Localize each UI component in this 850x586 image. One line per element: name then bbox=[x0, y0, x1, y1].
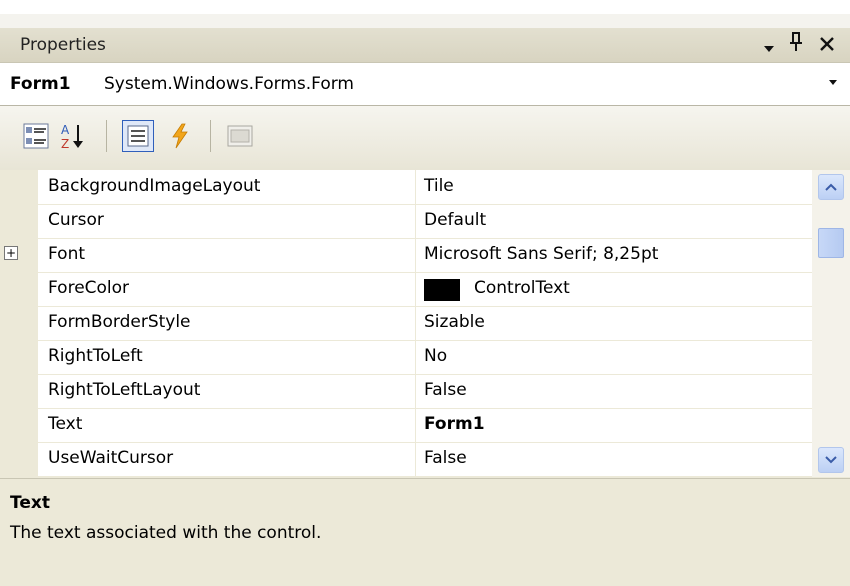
description-panel: Text The text associated with the contro… bbox=[0, 478, 850, 586]
toolbar-separator bbox=[210, 120, 211, 152]
property-name: Font bbox=[48, 244, 86, 264]
property-value[interactable]: ControlText bbox=[474, 278, 570, 298]
property-value[interactable]: No bbox=[424, 346, 447, 366]
property-value[interactable]: Tile bbox=[424, 176, 454, 196]
description-text: The text associated with the control. bbox=[10, 523, 322, 543]
color-swatch bbox=[424, 279, 460, 301]
chevron-down-icon[interactable] bbox=[828, 76, 838, 90]
scroll-up-icon[interactable] bbox=[818, 174, 844, 200]
property-value[interactable]: Microsoft Sans Serif; 8,25pt bbox=[424, 244, 658, 264]
property-row[interactable]: + Font Microsoft Sans Serif; 8,25pt bbox=[0, 238, 812, 273]
events-lightning-icon[interactable] bbox=[164, 120, 196, 152]
property-value[interactable]: Sizable bbox=[424, 312, 485, 332]
svg-text:A: A bbox=[61, 123, 70, 137]
property-row[interactable]: RightToLeftLayout False bbox=[0, 374, 812, 409]
scrollbar-thumb[interactable] bbox=[818, 228, 844, 258]
property-value[interactable]: False bbox=[424, 448, 467, 468]
property-row[interactable]: RightToLeft No bbox=[0, 340, 812, 375]
object-name: Form1 bbox=[10, 74, 71, 94]
toolbar-separator bbox=[106, 120, 107, 152]
property-name: BackgroundImageLayout bbox=[48, 176, 261, 196]
property-value[interactable]: Form1 bbox=[424, 414, 485, 434]
property-row[interactable]: Cursor Default bbox=[0, 204, 812, 239]
property-name: FormBorderStyle bbox=[48, 312, 191, 332]
object-type: System.Windows.Forms.Form bbox=[104, 74, 354, 94]
object-selector[interactable]: Form1 System.Windows.Forms.Form bbox=[0, 63, 850, 106]
top-strip bbox=[0, 14, 850, 29]
property-name: RightToLeftLayout bbox=[48, 380, 201, 400]
property-row[interactable]: BackgroundImageLayout Tile bbox=[0, 170, 812, 205]
scroll-down-icon[interactable] bbox=[818, 447, 844, 473]
property-pages-icon[interactable] bbox=[224, 120, 256, 152]
categorized-icon[interactable] bbox=[20, 120, 52, 152]
alphabetical-sort-icon[interactable]: A Z bbox=[56, 120, 88, 152]
close-icon[interactable] bbox=[818, 34, 836, 58]
property-row[interactable]: UseWaitCursor False bbox=[0, 442, 812, 477]
description-title: Text bbox=[10, 493, 50, 513]
property-row[interactable]: ForeColor ControlText bbox=[0, 272, 812, 307]
pin-icon[interactable] bbox=[788, 31, 804, 58]
property-row[interactable]: Text Form1 bbox=[0, 408, 812, 443]
property-name: Cursor bbox=[48, 210, 104, 230]
top-margin bbox=[0, 0, 850, 14]
chevron-down-icon[interactable] bbox=[762, 37, 776, 61]
properties-toolbar: A Z bbox=[0, 106, 850, 171]
property-value[interactable]: False bbox=[424, 380, 467, 400]
property-name: UseWaitCursor bbox=[48, 448, 174, 468]
property-name: RightToLeft bbox=[48, 346, 143, 366]
expand-icon[interactable]: + bbox=[4, 246, 18, 260]
property-grid: BackgroundImageLayout Tile Cursor Default + F… bbox=[0, 170, 812, 477]
property-name: Text bbox=[48, 414, 83, 434]
svg-text:Z: Z bbox=[61, 137, 69, 151]
property-row[interactable]: FormBorderStyle Sizable bbox=[0, 306, 812, 341]
panel-title: Properties bbox=[20, 35, 106, 55]
property-name: ForeColor bbox=[48, 278, 130, 298]
panel-titlebar: Properties bbox=[0, 28, 850, 63]
property-value[interactable]: Default bbox=[424, 210, 486, 230]
properties-icon[interactable] bbox=[122, 120, 154, 152]
grid-scrollbar[interactable] bbox=[812, 170, 850, 477]
